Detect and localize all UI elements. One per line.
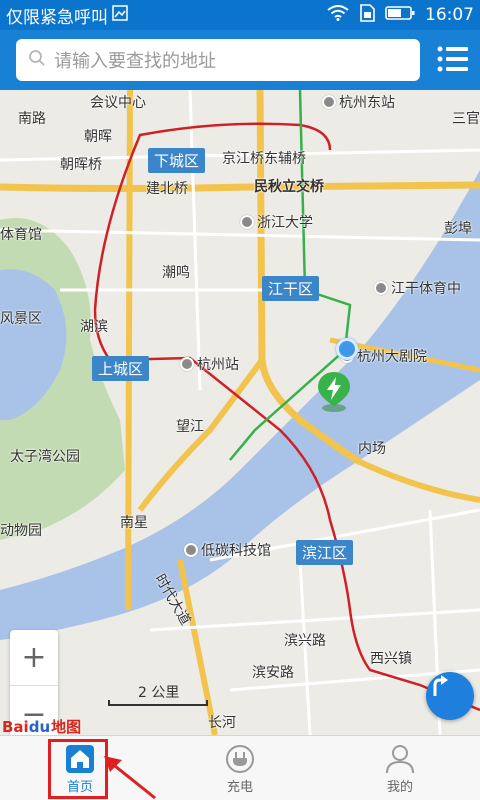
label-fengjing: 风景区 [0,311,42,327]
label-binan: 滨安路 [252,665,294,681]
battery-icon [385,5,415,26]
label-neichang: 内场 [358,441,386,457]
map-scale: 2 公里 [108,682,208,706]
baidu-map-logo: Bai du 地图 [2,717,82,736]
wifi-icon [327,4,349,26]
label-hubin: 湖滨 [80,319,108,335]
museum-icon [184,543,198,557]
label-nanxing: 南星 [120,515,148,531]
district-xiacheng[interactable]: 下城区 [148,148,206,173]
tab-mine-label: 我的 [386,779,413,795]
sim-icon [359,3,375,27]
school-icon [240,215,254,229]
lightning-pin-icon [318,372,350,412]
label-taizi: 太子湾公园 [10,449,80,465]
poi-hangzhou-station[interactable]: 杭州站 [180,354,239,374]
district-shangcheng[interactable]: 上城区 [92,356,150,381]
label-tiyuguan: 体育馆 [0,227,42,243]
annotation-arrow [100,752,160,800]
label-dongwuyuan: 动物园 [0,523,42,539]
label-zhaohui: 朝晖 [84,129,112,145]
user-icon [383,742,417,776]
menu-list-button[interactable] [436,42,470,76]
label-nanlu: 南路 [18,111,46,127]
station-icon [322,95,336,109]
label-sanbao: 三官 [452,111,480,127]
label-chaoming: 潮鸣 [162,265,190,281]
status-title: 仅限紧急呼叫 [6,7,108,28]
my-location-marker [336,338,358,360]
bottom-tab-bar: 首页 充电 我的 [0,735,480,800]
label-changhe: 长河 [208,715,236,731]
label-xixing: 西兴镇 [370,651,412,667]
zoom-in-button[interactable]: + [10,630,58,686]
label-pengbu: 彭埠 [444,221,472,237]
station-icon [180,357,194,371]
poi-jianggan-sports[interactable]: 江干体育中 [374,278,461,298]
label-zhaohuiqiao: 朝晖桥 [60,157,102,173]
paw-icon: du [28,717,51,736]
turn-arrow-icon [433,675,448,696]
search-placeholder: 请输入要查找的地址 [54,51,216,72]
search-input[interactable]: 请输入要查找的地址 [16,39,420,81]
map-view[interactable]: 下城区 江干区 上城区 滨江区 会议中心 南路 朝晖 朝晖桥 京江桥东辅桥 建北… [0,90,480,735]
label-minqiu: 民秋立交桥 [254,179,324,195]
label-binxing: 滨兴路 [284,633,326,649]
scale-label: 2 公里 [138,685,180,701]
poi-dikan[interactable]: 低碳科技馆 [184,540,271,560]
tab-mine[interactable]: 我的 [320,736,480,800]
label-wangjiang: 望江 [176,419,204,435]
search-icon [28,49,46,72]
label-jingjiang: 京江桥东辅桥 [222,151,306,167]
status-bar: 仅限紧急呼叫 16:07 [0,0,480,30]
poi-hangzhou-east[interactable]: 杭州东站 [322,92,395,112]
top-bar: 请输入要查找的地址 [0,30,480,90]
status-time: 16:07 [425,5,474,25]
list-menu-icon [437,46,468,72]
image-notification-icon [112,4,128,26]
district-jianggan[interactable]: 江干区 [262,276,320,301]
label-jianbeiqiao: 建北桥 [146,181,188,197]
tab-charging-label: 充电 [226,779,253,795]
label-huiyi: 会议中心 [90,95,146,111]
sports-icon [374,281,388,295]
district-binjiang[interactable]: 滨江区 [296,540,354,565]
home-tab-highlight [48,739,108,799]
route-navigation-button[interactable] [426,672,474,720]
map-canvas [0,90,480,735]
scale-bar [108,700,208,706]
poi-zhejiang-univ[interactable]: 浙江大学 [240,212,313,232]
tab-charging[interactable]: 充电 [160,736,320,800]
plug-icon [223,742,257,776]
